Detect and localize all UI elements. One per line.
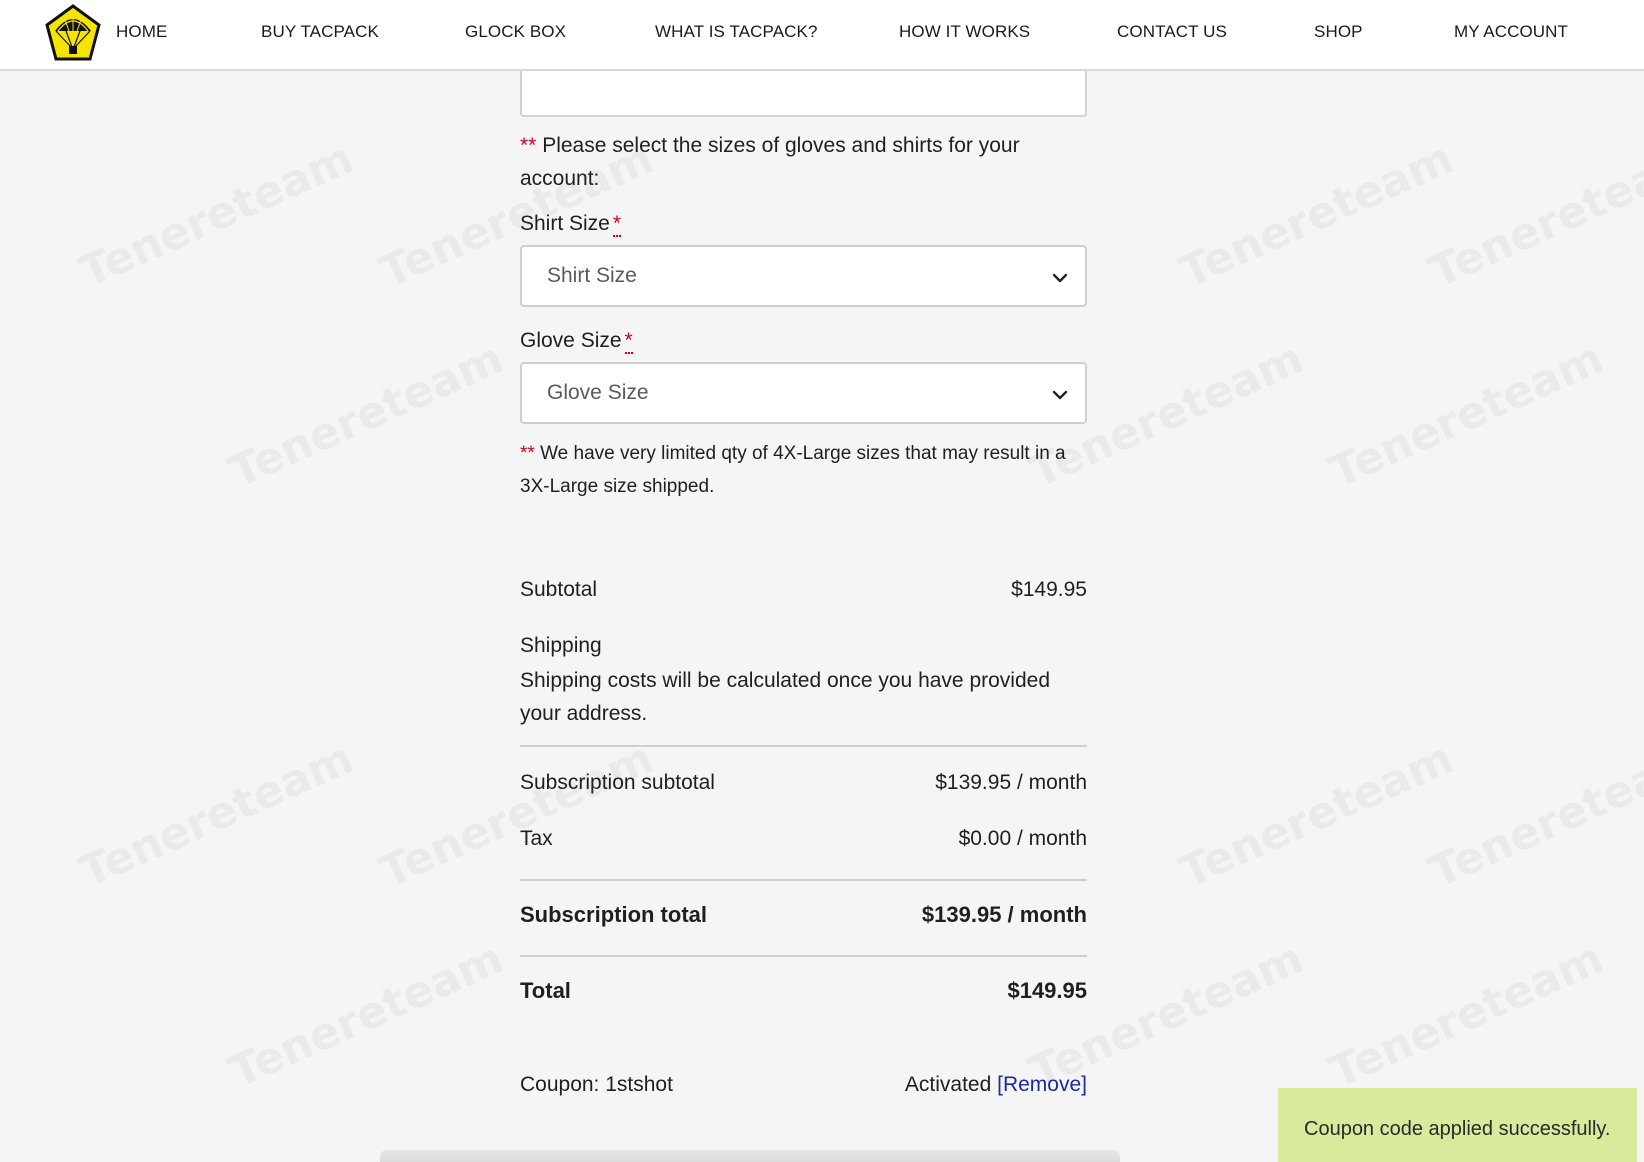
subscription-subtotal-row: Subscription subtotal $139.95 / month — [520, 771, 1087, 795]
watermark: Tenereteam — [72, 733, 361, 899]
subtotal-value: $149.95 — [1011, 578, 1087, 601]
coupon-success-toast: Coupon code applied successfully. — [1278, 1088, 1637, 1162]
chevron-down-icon — [1052, 273, 1068, 283]
subscription-total-row: Subscription total $139.95 / month — [520, 902, 1087, 928]
limited-note-text: We have very limited qty of 4X-Large siz… — [520, 443, 1066, 497]
shirt-size-label-text: Shirt Size — [520, 212, 610, 235]
coupon-row: Coupon: 1stshot Activated [Remove] — [520, 1073, 1087, 1097]
nav-glock-box[interactable]: GLOCK BOX — [465, 22, 566, 42]
nav-home[interactable]: HOME — [116, 22, 167, 42]
subscription-total-value: $139.95 / month — [921, 902, 1087, 927]
divider — [520, 955, 1087, 957]
nav-how-it-works[interactable]: HOW IT WORKS — [899, 22, 1030, 42]
shipping-label: Shipping — [520, 634, 602, 657]
total-value: $149.95 — [1007, 978, 1087, 1003]
coupon-activated-text: Activated — [904, 1073, 992, 1096]
subscription-subtotal-label: Subscription subtotal — [520, 771, 715, 794]
watermark: Tenereteam — [1422, 733, 1644, 899]
nav-contact-us[interactable]: CONTACT US — [1117, 22, 1227, 42]
note-stars: ** — [520, 134, 537, 157]
note-stars: ** — [520, 443, 535, 464]
toast-message: Coupon code applied successfully. — [1304, 1118, 1611, 1140]
coupon-label: Coupon: 1stshot — [520, 1073, 673, 1096]
watermark: Tenereteam — [1172, 133, 1461, 299]
shirt-size-placeholder: Shirt Size — [547, 264, 637, 287]
divider — [520, 745, 1087, 747]
coupon-remove-link[interactable]: [Remove] — [997, 1073, 1087, 1096]
watermark: Tenereteam — [222, 333, 511, 499]
subtotal-label: Subtotal — [520, 578, 598, 601]
watermark: Tenereteam — [1322, 933, 1611, 1099]
parachute-logo-icon[interactable] — [44, 3, 102, 64]
glove-size-label: Glove Size * — [520, 329, 633, 354]
shirt-size-select[interactable]: Shirt Size — [520, 245, 1087, 307]
top-navigation: HOME BUY TACPACK GLOCK BOX WHAT IS TACPA… — [0, 0, 1644, 71]
coupon-status: Activated [Remove] — [905, 1073, 1087, 1097]
total-row: Total $149.95 — [520, 978, 1087, 1004]
glove-size-placeholder: Glove Size — [547, 381, 649, 404]
shipping-note: Shipping costs will be calculated once y… — [520, 669, 1050, 725]
required-marker: * — [624, 329, 633, 354]
watermark: Tenereteam — [1422, 133, 1644, 299]
glove-size-label-text: Glove Size — [520, 329, 622, 352]
tax-label: Tax — [520, 827, 553, 850]
tax-row: Tax $0.00 / month — [520, 827, 1087, 851]
limited-size-note: ** We have very limited qty of 4X-Large … — [520, 437, 1087, 503]
total-label: Total — [520, 978, 571, 1003]
watermark: Tenereteam — [1172, 733, 1461, 899]
next-section-edge — [380, 1150, 1120, 1162]
subscription-total-label: Subscription total — [520, 902, 707, 927]
nav-shop[interactable]: SHOP — [1314, 22, 1363, 42]
shirt-size-label: Shirt Size * — [520, 212, 622, 237]
size-selection-note: ** Please select the sizes of gloves and… — [520, 129, 1087, 195]
chevron-down-icon — [1052, 390, 1068, 400]
watermark: Tenereteam — [372, 733, 661, 899]
nav-what-is-tacpack[interactable]: WHAT IS TACPACK? — [655, 22, 818, 42]
tax-value: $0.00 / month — [958, 827, 1087, 850]
required-marker: * — [612, 212, 622, 237]
subscription-subtotal-value: $139.95 / month — [935, 771, 1087, 794]
nav-my-account[interactable]: MY ACCOUNT — [1454, 22, 1568, 42]
watermark: Tenereteam — [72, 133, 361, 299]
watermark: Tenereteam — [222, 933, 511, 1099]
watermark: Tenereteam — [1322, 333, 1611, 499]
glove-size-select[interactable]: Glove Size — [520, 362, 1087, 424]
subtotal-row: Subtotal $149.95 — [520, 578, 1087, 602]
divider — [520, 879, 1087, 881]
nav-buy-tacpack[interactable]: BUY TACPACK — [261, 22, 379, 42]
note-text: Please select the sizes of gloves and sh… — [520, 134, 1020, 190]
